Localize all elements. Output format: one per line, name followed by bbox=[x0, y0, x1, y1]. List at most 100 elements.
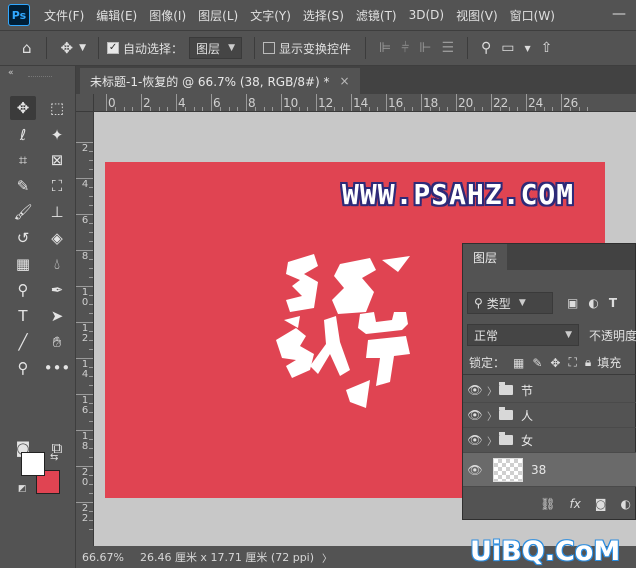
minimize-button[interactable]: — bbox=[610, 6, 628, 24]
menu-file[interactable]: 文件(F) bbox=[38, 7, 90, 24]
ruler-h-tick bbox=[219, 107, 221, 111]
hand-tool-icon[interactable]: ✋︎ bbox=[44, 330, 70, 354]
ruler-v-label: 1 6 bbox=[81, 395, 89, 416]
eyedropper-tool-icon[interactable]: ✎ bbox=[10, 174, 36, 198]
type-tool-icon[interactable]: T bbox=[10, 304, 36, 328]
ruler-h-tick bbox=[464, 107, 466, 111]
ruler-h-tick bbox=[272, 107, 274, 111]
fx-icon[interactable]: fx bbox=[570, 497, 581, 511]
eye-icon[interactable]: 👁︎ bbox=[463, 433, 487, 447]
close-icon[interactable]: × bbox=[340, 74, 350, 88]
path-selection-tool-icon[interactable]: ➤ bbox=[44, 304, 70, 328]
lock-pixels-icon[interactable]: ✎ bbox=[532, 356, 542, 370]
show-transform-checkbox[interactable] bbox=[262, 42, 275, 54]
history-brush-tool-icon[interactable]: ↺ bbox=[10, 226, 36, 250]
brush-tool-icon[interactable]: 🖌︎ bbox=[10, 200, 36, 224]
default-colors-icon[interactable]: ◩ bbox=[18, 484, 27, 494]
crop-tool-icon[interactable]: ⌗ bbox=[10, 148, 36, 172]
chevron-right-icon[interactable]: 〉 bbox=[487, 408, 497, 423]
link-layers-icon[interactable]: ⛓ bbox=[540, 497, 555, 511]
menu-edit[interactable]: 编辑(E) bbox=[90, 7, 143, 24]
lasso-tool-icon[interactable]: ℓ bbox=[10, 123, 36, 147]
screen-mode-icon[interactable]: ⧉ bbox=[44, 436, 70, 460]
layer-filter-value: 类型 bbox=[486, 296, 511, 311]
layer-row-group[interactable]: 👁︎ 〉 节 bbox=[463, 378, 636, 403]
lock-all-icon[interactable]: 🔒︎ bbox=[585, 355, 591, 370]
eye-icon[interactable]: 👁︎ bbox=[463, 463, 487, 477]
blend-mode-dropdown[interactable]: 正常 ▼ bbox=[467, 324, 579, 346]
horizontal-ruler[interactable]: 0 2 4 6 8 10 12 14 16 18 20 22 24 26 bbox=[94, 94, 636, 112]
type-filter-icon[interactable]: T bbox=[609, 296, 617, 310]
photoshop-logo: Ps bbox=[8, 4, 30, 26]
layer-filter-dropdown[interactable]: ⚲ 类型 ▼ bbox=[467, 292, 553, 314]
zoom-tool-icon[interactable]: ⚲ bbox=[10, 356, 36, 380]
foreground-color-swatch[interactable] bbox=[21, 452, 45, 476]
magic-wand-tool-icon[interactable]: ✦ bbox=[44, 123, 70, 147]
move-icon[interactable]: ✥ bbox=[55, 39, 80, 57]
layer-row-group[interactable]: 👁︎ 〉 女 bbox=[463, 428, 636, 453]
stamp-tool-icon[interactable]: ⊥ bbox=[44, 200, 70, 224]
distribute-icon[interactable]: ☰ bbox=[436, 40, 459, 56]
menu-type[interactable]: 文字(Y) bbox=[244, 7, 297, 24]
pen-tool-icon[interactable]: ✒ bbox=[44, 278, 70, 302]
menu-select[interactable]: 选择(S) bbox=[297, 7, 350, 24]
ruler-v-tick bbox=[89, 376, 93, 377]
tab-layers[interactable]: 图层 bbox=[463, 244, 507, 270]
vertical-ruler[interactable]: 2 4 6 8 1 0 1 2 1 4 1 6 1 8 2 0 2 2 bbox=[76, 112, 94, 546]
ruler-v-tick bbox=[89, 349, 93, 350]
menu-filter[interactable]: 滤镜(T) bbox=[350, 7, 403, 24]
search-icon[interactable]: ⚲ bbox=[476, 40, 496, 56]
lock-transparent-icon[interactable]: ▦ bbox=[513, 356, 524, 370]
menu-window[interactable]: 窗口(W) bbox=[504, 7, 561, 24]
collapse-icon[interactable]: « bbox=[8, 68, 14, 78]
3d-material-tool-icon[interactable]: ⛶ bbox=[44, 174, 70, 198]
lock-position-icon[interactable]: ✥ bbox=[550, 356, 560, 370]
gradient-tool-icon[interactable]: ▦ bbox=[10, 252, 36, 276]
menu-image[interactable]: 图像(I) bbox=[143, 7, 192, 24]
marquee-tool-icon[interactable]: ⬚ bbox=[44, 96, 70, 120]
document-tab[interactable]: 未标题-1-恢复的 @ 66.7% (38, RGB/8#) * × bbox=[80, 68, 360, 94]
ruler-h-tick bbox=[368, 107, 370, 111]
more-tools-icon[interactable]: ••• bbox=[44, 356, 71, 380]
lock-artboard-icon[interactable]: ⛶ bbox=[568, 355, 576, 370]
eraser-tool-icon[interactable]: ◈ bbox=[44, 226, 70, 250]
align-left-icon[interactable]: ⊫ bbox=[374, 40, 396, 56]
line-tool-icon[interactable]: ╱ bbox=[10, 330, 36, 354]
blur-tool-icon[interactable]: 💧︎ bbox=[44, 252, 70, 276]
zoom-level[interactable]: 66.67% bbox=[76, 551, 130, 564]
adjustment-filter-icon[interactable]: ◐ bbox=[588, 296, 598, 310]
align-right-icon[interactable]: ⊩ bbox=[414, 40, 436, 56]
home-icon[interactable]: ⌂ bbox=[16, 39, 38, 57]
frame-tool-icon[interactable]: ⊠ bbox=[44, 148, 70, 172]
menu-view[interactable]: 视图(V) bbox=[450, 7, 504, 24]
add-mask-icon[interactable]: ◙ bbox=[595, 497, 607, 511]
eye-icon[interactable]: 👁︎ bbox=[463, 408, 487, 422]
pixel-filter-icon[interactable]: ▣ bbox=[567, 296, 578, 310]
ruler-corner[interactable] bbox=[76, 94, 94, 112]
status-more-icon[interactable]: 〉 bbox=[322, 550, 332, 565]
chevron-right-icon[interactable]: 〉 bbox=[487, 433, 497, 448]
panel-grip[interactable] bbox=[28, 76, 52, 79]
ruler-v-tick bbox=[89, 520, 93, 521]
move-tool-icon[interactable]: ✥ bbox=[10, 96, 36, 120]
dodge-tool-icon[interactable]: ⚲ bbox=[10, 278, 36, 302]
eye-icon[interactable]: 👁︎ bbox=[463, 383, 487, 397]
layer-row-group[interactable]: 👁︎ 〉 人 bbox=[463, 403, 636, 428]
auto-select-target-value: 图层 bbox=[196, 41, 221, 56]
layer-row-selected[interactable]: 👁︎ 38 bbox=[463, 453, 636, 487]
menu-layer[interactable]: 图层(L) bbox=[192, 7, 244, 24]
workspace-icon[interactable]: ▭ bbox=[496, 40, 519, 56]
chevron-down-icon[interactable]: ▼ bbox=[520, 44, 536, 53]
ruler-h-tick bbox=[394, 107, 396, 111]
auto-select-target-dropdown[interactable]: 图层 ▼ bbox=[189, 37, 242, 59]
adjustment-layer-icon[interactable]: ◐ bbox=[621, 497, 631, 511]
auto-select-checkbox[interactable]: ✓ bbox=[107, 42, 120, 54]
folder-icon bbox=[499, 407, 513, 420]
ruler-v-tick bbox=[89, 241, 93, 242]
chevron-right-icon[interactable]: 〉 bbox=[487, 383, 497, 398]
chevron-down-icon[interactable]: ▼ bbox=[79, 43, 90, 53]
ruler-v-tick bbox=[89, 187, 93, 188]
share-icon[interactable]: ⇧ bbox=[536, 40, 558, 56]
align-center-icon[interactable]: ⫩ bbox=[396, 40, 414, 56]
menu-3d[interactable]: 3D(D) bbox=[403, 8, 450, 22]
